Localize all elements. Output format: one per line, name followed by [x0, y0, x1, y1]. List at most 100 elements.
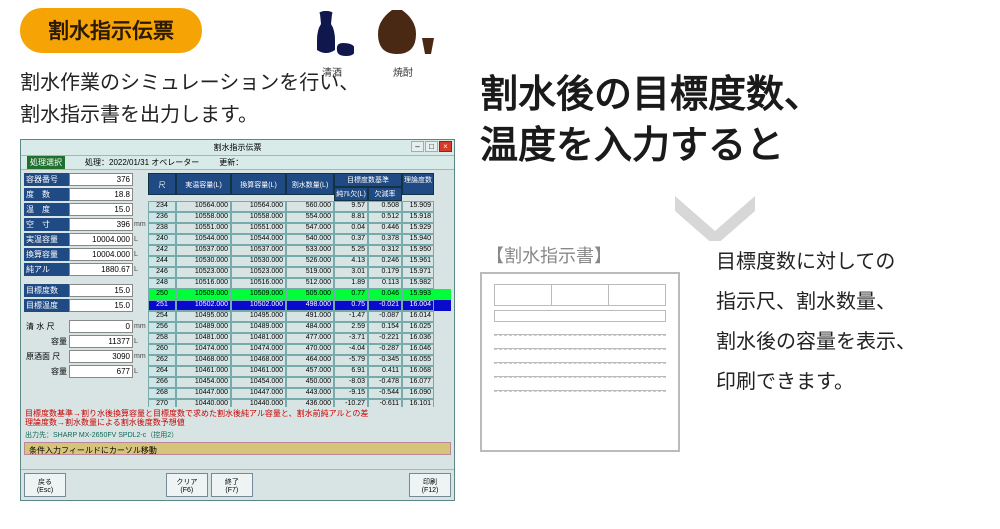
label-mokuhyodo: 目標度数: [24, 284, 69, 297]
processing-select-button[interactable]: 処理選択: [27, 156, 65, 169]
window-title: 割水指示伝票: [214, 142, 262, 153]
maximize-button[interactable]: □: [425, 141, 438, 152]
label-youkibangou: 容器番号: [24, 173, 69, 186]
window-title-bar: 割水指示伝票 – □ ×: [21, 140, 454, 156]
input-ondo[interactable]: 15.0: [69, 203, 133, 216]
close-button[interactable]: ×: [439, 141, 452, 152]
result-text: 目標度数に対しての 指示尺、割水数量、 割水後の容量を表示、 印刷できます。: [716, 242, 916, 402]
desc-line1: 割水作業のシミュレーションを行い、: [20, 72, 359, 94]
table-row[interactable]: 24010544.00010544.000540.0000.370.37815.…: [148, 234, 451, 245]
doc-preview: 【割水指示書】: [480, 242, 688, 452]
table-row[interactable]: 23410564.00010564.000560.0009.570.50815.…: [148, 201, 451, 212]
input-jituon[interactable]: 10004.000: [69, 233, 133, 246]
doc-paper-icon: [480, 272, 680, 452]
footer-notes: 目標度数基準→割り水後換算容量と目標度数で求めた割水後純アル容量と、割水前純アル…: [21, 407, 454, 430]
th-shaku: 尺: [148, 173, 176, 195]
end-button[interactable]: 終了 (F7): [211, 473, 253, 497]
table-row[interactable]: 26810447.00010447.000443.000-9.15-0.5441…: [148, 388, 451, 399]
input-kansan[interactable]: 10004.000: [69, 248, 133, 261]
th-kansan: 換算容量(L): [231, 173, 286, 195]
label-kusun: 空 寸: [24, 218, 69, 231]
table-row[interactable]: 26410461.00010461.000457.0006.910.41116.…: [148, 366, 451, 377]
th-rironteki: 理論度数: [402, 173, 434, 195]
back-button[interactable]: 戻る (Esc): [24, 473, 66, 497]
input-youkibangou[interactable]: 376: [69, 173, 133, 186]
main-area: 容器番号376 度 数18.8 温 度15.0 空 寸396mm 実温容量100…: [21, 170, 454, 407]
value-genshumen-shaku: 3090: [69, 350, 133, 363]
value-seisui-youryou: 11377: [69, 335, 133, 348]
desc-line2: 割水指示書を出力します。: [20, 104, 258, 126]
update-field: 更新：: [219, 157, 243, 168]
table-row[interactable]: 24210537.00010537.000533.0005.250.31215.…: [148, 245, 451, 256]
result-l2: 指示尺、割水数量、: [716, 291, 896, 313]
side-pane: 容器番号376 度 数18.8 温 度15.0 空 寸396mm 実温容量100…: [24, 173, 144, 407]
table-row[interactable]: 26610454.00010454.000450.000-8.03-0.4781…: [148, 377, 451, 388]
result-l4: 印刷できます。: [716, 371, 854, 393]
table-row[interactable]: 25810481.00010481.000477.000-3.71-0.2211…: [148, 333, 451, 344]
input-dosuu[interactable]: 18.8: [69, 188, 133, 201]
th-warimizu: 割水数量(L): [286, 173, 334, 195]
th-junaru-ketsu: 純ｱﾙ欠(L): [334, 187, 368, 201]
label-genshumen-youryou: 容量: [24, 365, 69, 378]
table-row[interactable]: 25010509.00010509.000505.0000.770.04615.…: [148, 289, 451, 300]
input-mokuhyoondo[interactable]: 15.0: [69, 299, 133, 312]
label-kansan: 換算容量: [24, 248, 69, 261]
table-row[interactable]: 24610523.00010523.000519.0003.010.17915.…: [148, 267, 451, 278]
table-row[interactable]: 23610558.00010558.000554.0008.810.51215.…: [148, 212, 451, 223]
th-mokuhyo-group: 目標度数基準: [334, 173, 402, 187]
shochu-label: 焼酎: [372, 64, 434, 79]
grid-header: 尺 実温容量(L) 換算容量(L) 割水数量(L) 目標度数基準 純ｱﾙ欠(L)…: [148, 173, 451, 201]
label-genshumen-shaku: 原酒面 尺: [24, 350, 69, 363]
table-row[interactable]: 24410530.00010530.000526.0004.130.24615.…: [148, 256, 451, 267]
arrow-down-icon: [670, 191, 980, 246]
sake-label: 清酒: [310, 64, 354, 79]
th-jituon: 実温容量(L): [176, 173, 231, 195]
note1: 目標度数基準→割り水後換算容量と目標度数で求めた割水後純アル容量と、割水前純アル…: [25, 409, 450, 419]
label-seisui-shaku: 清 水 尺: [24, 320, 69, 333]
grid-body[interactable]: 23410564.00010564.000560.0009.570.50815.…: [148, 201, 451, 407]
label-junaru: 純アル: [24, 263, 69, 276]
bottom-row: 【割水指示書】 目標度数に対しての 指示尺、割水数量、 割水後の容量を表示、 印…: [480, 242, 980, 452]
big-heading-l1: 割水後の目標度数、: [480, 74, 822, 116]
button-bar: 戻る (Esc) クリア (F6) 終了 (F7) 印刷 (F12): [21, 469, 454, 500]
minimize-button[interactable]: –: [411, 141, 424, 152]
feature-badge: 割水指示伝票: [20, 8, 202, 53]
input-kusun[interactable]: 396: [69, 218, 133, 231]
window-buttons: – □ ×: [411, 141, 452, 152]
label-mokuhyoondo: 目標温度: [24, 299, 69, 312]
table-row[interactable]: 27010440.00010440.000436.000-10.27-0.611…: [148, 399, 451, 407]
table-row[interactable]: 24810516.00010516.000512.0001.890.11315.…: [148, 278, 451, 289]
app-window: 割水指示伝票 – □ × 処理選択 処理：2022/01/31 オペレーター 更…: [20, 139, 455, 501]
label-jituon: 実温容量: [24, 233, 69, 246]
value-genshumen-youryou: 677: [69, 365, 133, 378]
doc-title: 【割水指示書】: [486, 242, 688, 268]
table-row[interactable]: 26010474.00010474.000470.000-4.04-0.2871…: [148, 344, 451, 355]
proc-date-field: 処理：2022/01/31 オペレーター: [85, 157, 199, 168]
table-row[interactable]: 26210468.00010468.000464.000-5.79-0.3451…: [148, 355, 451, 366]
big-heading: 割水後の目標度数、 温度を入力すると: [480, 70, 980, 173]
print-button[interactable]: 印刷 (F12): [409, 473, 451, 497]
sake-icon-group: 清酒: [310, 10, 354, 79]
th-ketsuritu: 欠減率: [368, 187, 402, 201]
help-strip: 条件入力フィールドにカーソル移動: [24, 442, 451, 455]
input-junaru[interactable]: 1880.67: [69, 263, 133, 276]
grid-area: 尺 実温容量(L) 換算容量(L) 割水数量(L) 目標度数基準 純ｱﾙ欠(L)…: [148, 173, 451, 407]
big-heading-l2: 温度を入力すると: [480, 125, 784, 167]
product-icons: 清酒 焼酎: [310, 8, 434, 79]
table-row[interactable]: 25110502.00010502.000498.0000.75-0.02116…: [148, 300, 451, 311]
left-column: 割水指示伝票 清酒 焼酎 割水作業のシミュレーションを行い、 割水指示書を出力し…: [20, 8, 450, 501]
right-column: 割水後の目標度数、 温度を入力すると 【割水指示書】 目標度数に対しての 指示尺…: [480, 70, 980, 452]
table-row[interactable]: 25410495.00010495.000491.000-1.47-0.0871…: [148, 311, 451, 322]
clear-button[interactable]: クリア (F6): [166, 473, 208, 497]
label-dosuu: 度 数: [24, 188, 69, 201]
input-mokuhyodo[interactable]: 15.0: [69, 284, 133, 297]
table-row[interactable]: 25610489.00010489.000484.0002.590.15416.…: [148, 322, 451, 333]
note2: 理論度数→割水数量による割水後度数予想値: [25, 418, 450, 428]
table-row[interactable]: 23810551.00010551.000547.0000.040.44615.…: [148, 223, 451, 234]
value-seisui-shaku: 0: [69, 320, 133, 333]
shochu-icon-group: 焼酎: [372, 8, 434, 79]
result-l1: 目標度数に対しての: [716, 251, 895, 273]
result-l3: 割水後の容量を表示、: [716, 331, 916, 353]
info-bar: 処理選択 処理：2022/01/31 オペレーター 更新：: [21, 156, 454, 170]
label-seisui-youryou: 容量: [24, 335, 69, 348]
